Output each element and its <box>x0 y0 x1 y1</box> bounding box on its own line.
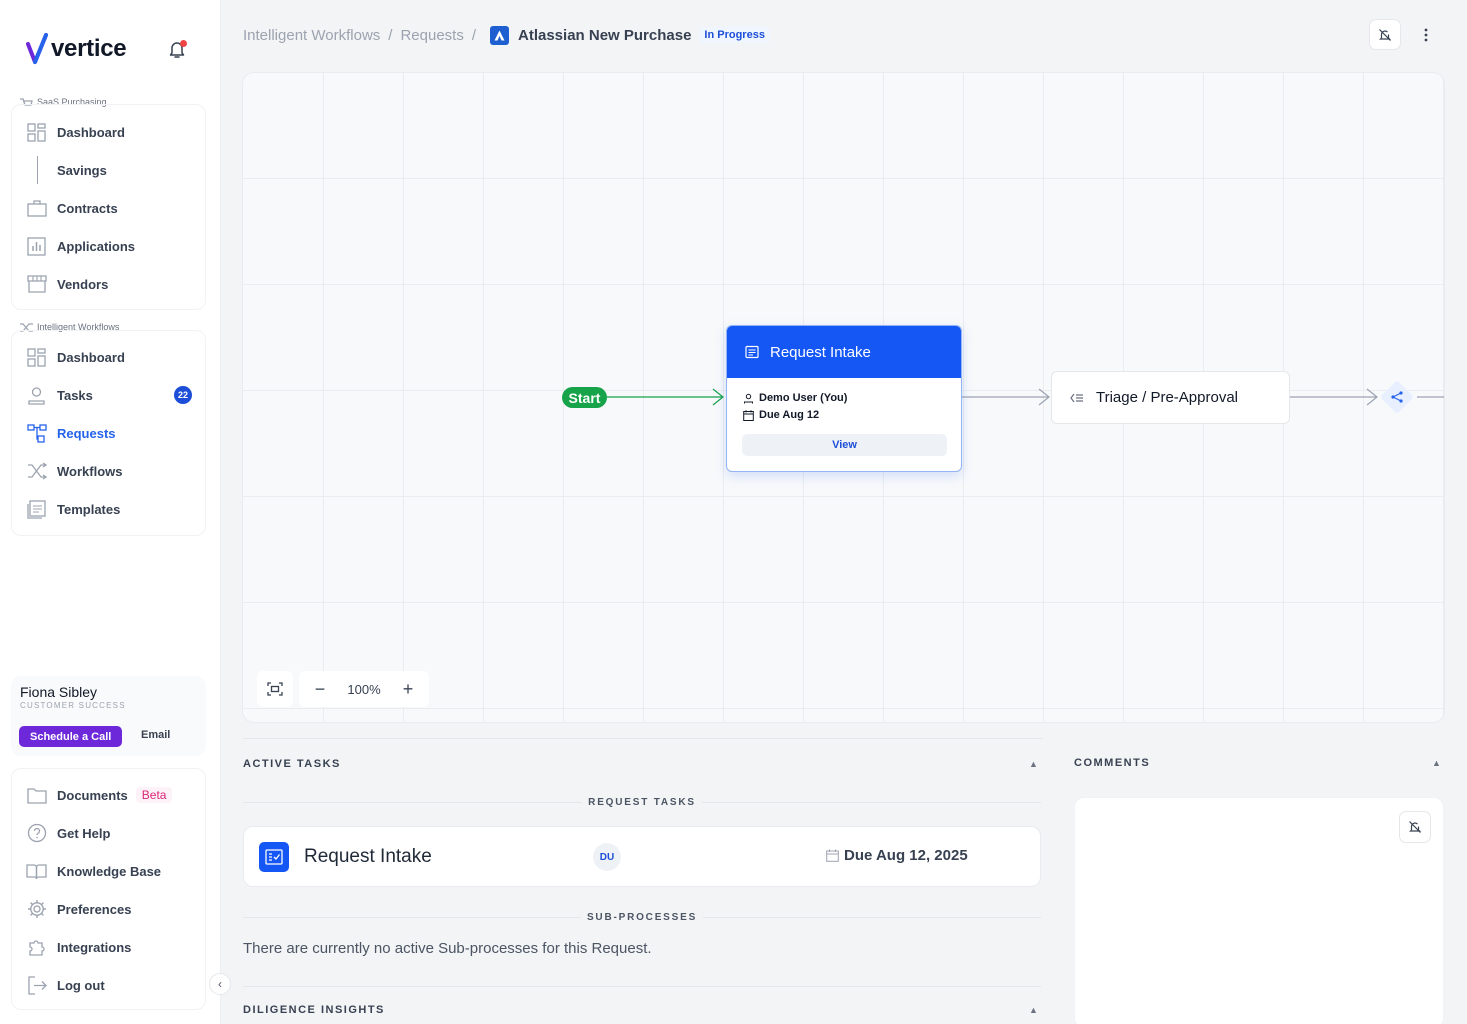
avatar: DU <box>593 843 621 871</box>
sidebar-item-get-help[interactable]: Get Help <box>26 821 201 845</box>
briefcase-icon <box>26 198 47 219</box>
storefront-icon <box>26 274 47 295</box>
sidebar-item-requests[interactable]: Requests <box>26 421 201 445</box>
zoom-in-button[interactable]: + <box>393 674 423 704</box>
form-icon <box>745 345 759 359</box>
triage-node-title: Triage / Pre-Approval <box>1096 389 1239 406</box>
sub-processes-empty-message: There are currently no active Sub-proces… <box>243 940 652 957</box>
sidebar-item-saas-dashboard[interactable]: Dashboard <box>26 120 201 144</box>
fit-view-button[interactable] <box>257 671 293 707</box>
task-name: Request Intake <box>304 846 432 867</box>
share-icon <box>1391 391 1403 403</box>
template-icon <box>26 499 47 520</box>
user-icon <box>744 393 753 403</box>
zoom-out-button[interactable]: − <box>305 674 335 704</box>
calendar-icon <box>826 849 839 862</box>
collapse-tasks-chevron-up-icon[interactable]: ▲ <box>1029 759 1038 769</box>
beta-badge: Beta <box>135 787 173 803</box>
email-link[interactable]: Email <box>141 729 170 741</box>
task-card[interactable]: Request Intake DU Due Aug 12, 2025 <box>243 826 1041 887</box>
sidebar-item-savings[interactable]: Savings <box>26 158 201 182</box>
vertice-logo-mark-icon <box>26 33 48 64</box>
bell-off-icon <box>1379 28 1391 41</box>
zoom-group: − 100% + <box>299 671 429 707</box>
task-due-date: Due Aug 12, 2025 <box>826 847 968 864</box>
folder-icon <box>26 785 47 806</box>
sidebar-item-iw-dashboard[interactable]: Dashboard <box>26 345 201 369</box>
sidebar: vertice SaaS Purchasing Dashboard Saving… <box>0 0 221 1024</box>
notification-dot <box>180 40 187 47</box>
status-badge: In Progress <box>699 27 770 43</box>
mute-notifications-button[interactable] <box>1369 19 1401 50</box>
intake-assignee: Demo User (You) <box>743 392 847 404</box>
atlassian-logo-icon <box>490 25 509 45</box>
sidebar-item-preferences[interactable]: Preferences <box>26 897 201 921</box>
zoom-controls: − 100% + <box>257 670 429 708</box>
comments-box <box>1074 797 1444 1024</box>
collapse-comments-chevron-up-icon[interactable]: ▲ <box>1432 758 1441 768</box>
shuffle-icon <box>26 461 47 482</box>
page-title: Atlassian New Purchase <box>518 26 692 44</box>
more-vertical-icon <box>1424 28 1428 42</box>
request-intake-node-header: Request Intake <box>727 326 961 378</box>
request-tasks-divider: REQUEST TASKS <box>243 796 1042 808</box>
logout-icon <box>26 975 47 996</box>
intake-due-date: Due Aug 12 <box>743 409 819 421</box>
sidebar-item-workflows[interactable]: Workflows <box>26 459 201 483</box>
calendar-icon <box>743 409 754 421</box>
comments-title: COMMENTS <box>1074 757 1151 769</box>
fit-view-icon <box>267 682 283 696</box>
diligence-insights-title: DILIGENCE INSIGHTS <box>243 1004 385 1016</box>
breadcrumb: Intelligent Workflows / Requests / Atlas… <box>243 24 770 46</box>
book-icon <box>26 861 47 882</box>
zoom-level: 100% <box>347 681 381 697</box>
tasks-count-badge: 22 <box>174 386 192 404</box>
dashboard-icon <box>26 122 47 143</box>
mute-comments-button[interactable] <box>1399 811 1431 843</box>
csm-name: Fiona Sibley <box>20 684 98 700</box>
bar-chart-icon <box>26 236 47 257</box>
vertice-logo[interactable]: vertice <box>26 32 127 66</box>
active-tasks-title: ACTIVE TASKS <box>243 758 341 770</box>
brand-name: vertice <box>51 35 127 62</box>
triage-node[interactable]: Triage / Pre-Approval <box>1051 371 1290 424</box>
gear-icon <box>26 899 47 920</box>
sidebar-item-templates[interactable]: Templates <box>26 497 201 521</box>
help-icon <box>26 823 47 844</box>
dashboard-icon <box>26 347 47 368</box>
sidebar-item-applications[interactable]: Applications <box>26 234 201 258</box>
customer-success-card: Fiona Sibley CUSTOMER SUCCESS Schedule a… <box>11 676 206 756</box>
collapse-sidebar-button[interactable]: ‹ <box>209 973 231 995</box>
sub-processes-divider: SUB-PROCESSES <box>243 911 1041 923</box>
user-task-icon <box>26 385 47 406</box>
request-intake-node[interactable]: Request Intake Demo User (You) Due Aug 1… <box>726 325 962 472</box>
more-options-button[interactable] <box>1413 20 1439 50</box>
collapse-diligence-chevron-up-icon[interactable]: ▲ <box>1029 1005 1038 1015</box>
breadcrumb-requests[interactable]: Requests <box>400 27 463 44</box>
form-icon <box>259 842 289 872</box>
sidebar-item-integrations[interactable]: Integrations <box>26 935 201 959</box>
csm-role: CUSTOMER SUCCESS <box>20 701 126 710</box>
request-intake-node-title: Request Intake <box>770 343 871 361</box>
puzzle-icon <box>26 937 47 958</box>
breadcrumb-intelligent-workflows[interactable]: Intelligent Workflows <box>243 27 380 44</box>
sidebar-item-log-out[interactable]: Log out <box>26 973 201 997</box>
view-button[interactable]: View <box>742 434 947 456</box>
comments-panel: COMMENTS ▲ <box>1074 738 1444 1024</box>
start-node[interactable]: Start <box>562 387 607 408</box>
sidebar-item-documents[interactable]: Documents Beta <box>26 783 201 807</box>
sidebar-item-contracts[interactable]: Contracts <box>26 196 201 220</box>
checklist-icon <box>1070 393 1083 402</box>
schedule-call-button[interactable]: Schedule a Call <box>19 726 123 747</box>
sidebar-item-vendors[interactable]: Vendors <box>26 272 201 296</box>
sidebar-item-knowledge-base[interactable]: Knowledge Base <box>26 859 201 883</box>
active-tasks-panel: ACTIVE TASKS ▲ REQUEST TASKS Request Int… <box>243 738 1043 1024</box>
bell-off-icon <box>1409 821 1421 833</box>
divider <box>243 986 1041 987</box>
hierarchy-icon <box>26 423 47 444</box>
